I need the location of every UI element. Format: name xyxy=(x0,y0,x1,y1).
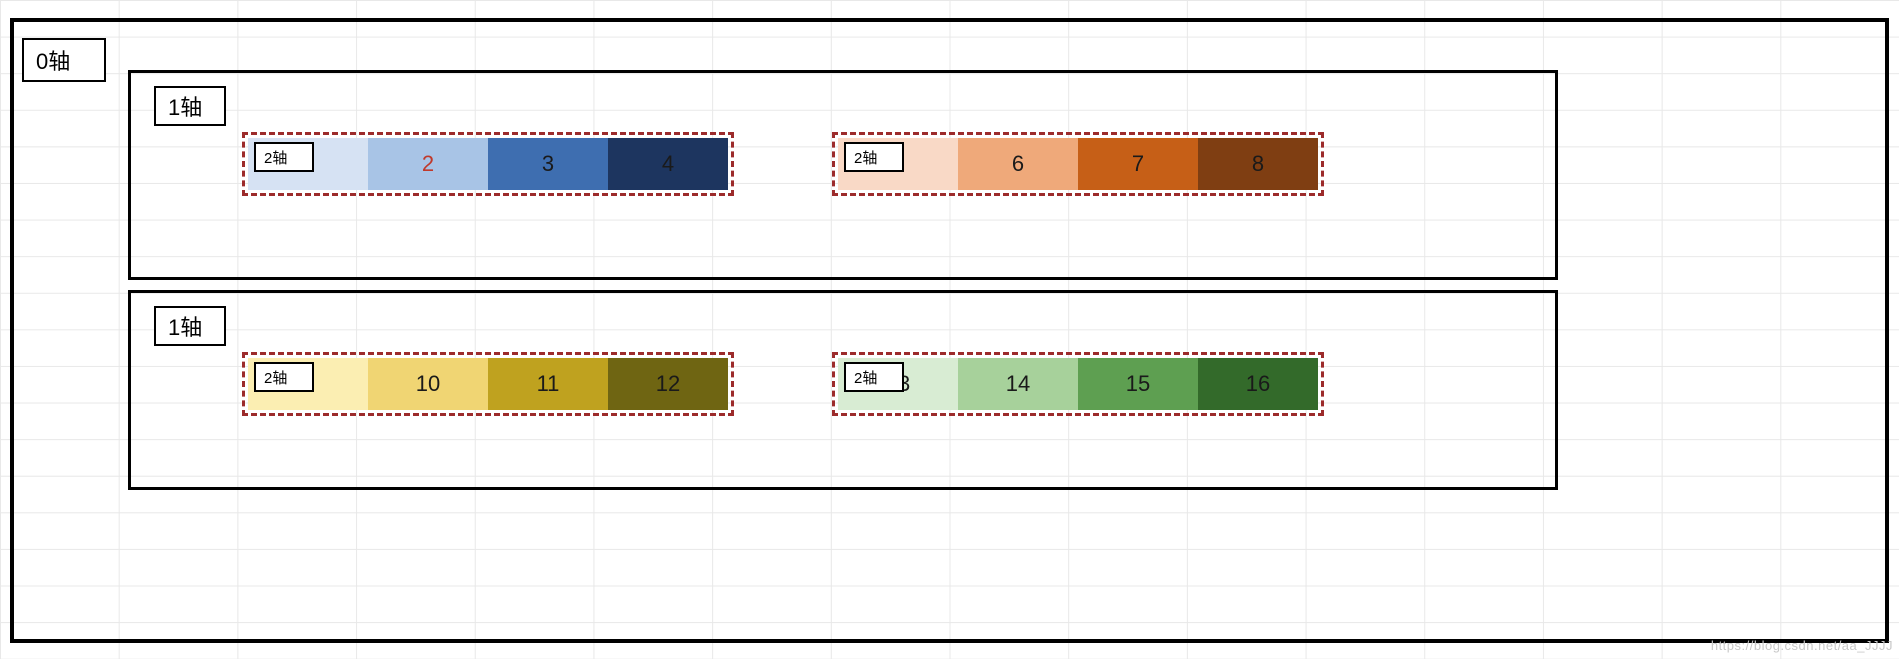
axis2-box xyxy=(832,352,1324,416)
axis0-label: 0轴 xyxy=(22,38,106,82)
axis2-box xyxy=(242,132,734,196)
axis1-label: 1轴 xyxy=(154,86,226,126)
axis2-box xyxy=(242,352,734,416)
axis2-label: 2轴 xyxy=(254,362,314,392)
axis2-label: 2轴 xyxy=(254,142,314,172)
diagram-canvas: 0轴 1轴12342轴56782轴1轴91011122轴131415162轴 h… xyxy=(0,0,1899,659)
axis2-box xyxy=(832,132,1324,196)
axis2-label: 2轴 xyxy=(844,362,904,392)
axis2-label: 2轴 xyxy=(844,142,904,172)
axis1-label: 1轴 xyxy=(154,306,226,346)
